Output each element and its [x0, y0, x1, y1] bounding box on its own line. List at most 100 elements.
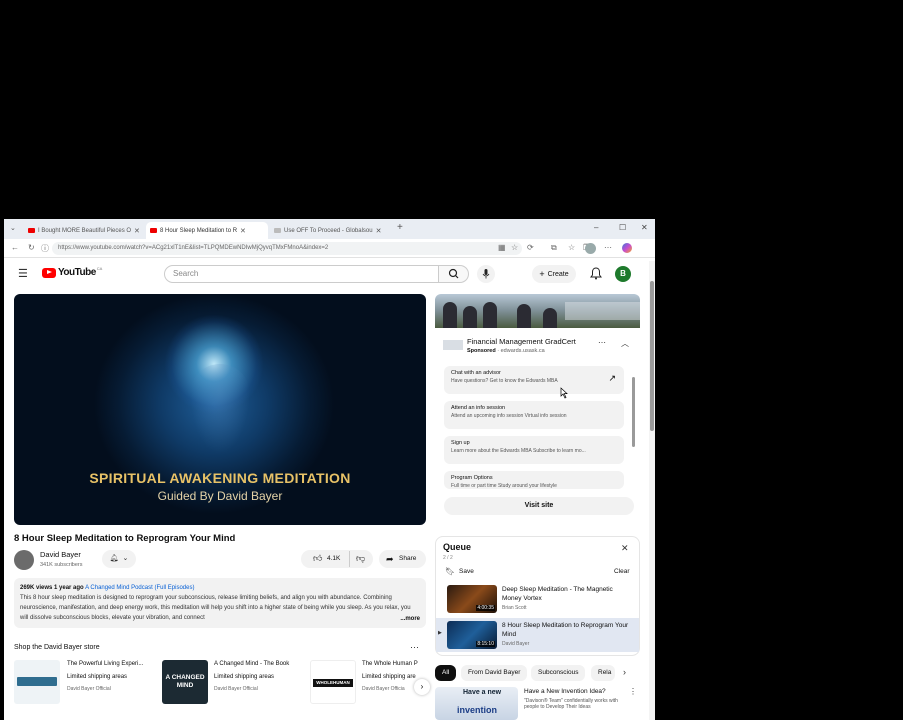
ad-option-sign-up[interactable]: Sign up Learn more about the Edwards MBA…	[444, 436, 624, 464]
search-input[interactable]: Search	[164, 265, 439, 283]
ad-option-program-options[interactable]: Program Options Full time or part time S…	[444, 471, 624, 489]
search-button[interactable]	[439, 265, 469, 283]
product-title-3[interactable]: The Whole Human P	[362, 661, 418, 667]
more-menu-icon[interactable]: ⋯	[604, 243, 612, 252]
ad-collapse-chevron-icon[interactable]: ︿	[621, 338, 629, 349]
browser-window: ⌄ I Bought MORE Beautiful Pieces O ✕ 8 H…	[4, 219, 655, 720]
hamburger-menu-icon[interactable]: ☰	[18, 267, 28, 280]
dislike-icon[interactable]: 👎︎	[356, 553, 365, 564]
show-more-link[interactable]: ...more	[400, 614, 420, 624]
queue-item-2-playing[interactable]: ▶ 8:15:10 8 Hour Sleep Meditation to Rep…	[436, 618, 639, 652]
shop-more-icon[interactable]: ⋯	[410, 642, 419, 653]
ad-banner-image[interactable]	[435, 294, 640, 328]
description-box[interactable]: 269K views 1 year ago A Changed Mind Pod…	[14, 578, 426, 628]
share-label: Share	[399, 555, 417, 562]
url-field[interactable]: https://www.youtube.com/watch?v=ACg21xlT…	[52, 242, 522, 255]
new-tab-icon[interactable]: +	[397, 222, 403, 233]
chips-next-chevron-icon[interactable]: ›	[623, 667, 626, 677]
favorites-icon[interactable]: ☆	[568, 243, 575, 252]
tab-list-chevron-icon[interactable]: ⌄	[10, 224, 16, 232]
favorite-star-icon[interactable]: ☆	[511, 243, 518, 252]
like-icon[interactable]: 👍︎	[313, 553, 322, 564]
profile-icon[interactable]	[585, 243, 596, 254]
product-image-2[interactable]: A CHANGED MIND	[162, 660, 208, 704]
subscription-bell-button[interactable]: 🔔︎ ⌄	[102, 550, 136, 568]
share-button[interactable]: ➦ Share	[379, 550, 426, 568]
refresh-page-icon[interactable]: ⟳	[527, 243, 534, 252]
tab-2-active[interactable]: 8 Hour Sleep Meditation to R ✕	[146, 222, 268, 239]
chip-related[interactable]: Rela	[591, 665, 615, 681]
product-title-1[interactable]: The Powerful Living Experi...	[67, 661, 143, 667]
view-count-date: 269K views 1 year ago	[20, 585, 84, 591]
chip-subconscious[interactable]: Subconscious	[531, 665, 586, 681]
ad-option-subtitle: Full time or part time Study around your…	[451, 483, 557, 489]
reader-icon[interactable]: ▦	[498, 243, 506, 252]
queue-title: Queue	[443, 542, 472, 552]
product-store-1[interactable]: David Bayer Official	[67, 686, 111, 692]
close-tab-icon[interactable]: ✕	[376, 227, 382, 235]
like-count[interactable]: 4.1K	[327, 555, 340, 562]
product-store-2[interactable]: David Bayer Official	[214, 686, 258, 692]
visit-site-button[interactable]: Visit site	[444, 497, 634, 515]
shop-next-chevron-icon[interactable]: ›	[414, 679, 430, 695]
extensions-icon[interactable]: ⧉	[551, 243, 557, 253]
queue-thumbnail-1: 4:00:35	[447, 585, 497, 613]
account-avatar[interactable]: B	[615, 266, 631, 282]
youtube-logo[interactable]: YouTube CA	[42, 266, 102, 278]
channel-name[interactable]: David Bayer	[40, 550, 81, 559]
ad-title[interactable]: Financial Management GradCert	[467, 337, 576, 346]
queue-clear-button[interactable]: Clear	[614, 568, 630, 575]
chip-from-david-bayer[interactable]: From David Bayer	[461, 665, 528, 681]
product-image-1[interactable]	[14, 660, 60, 704]
queue-item-1[interactable]: 4:00:35 Deep Sleep Meditation - The Magn…	[436, 582, 639, 616]
ad-sponsor-line: Sponsored · edwards.usask.ca	[467, 348, 545, 354]
save-bookmark-icon[interactable]: 🔖︎	[445, 567, 455, 576]
page-scrollbar[interactable]	[649, 261, 655, 720]
product-image-3[interactable]: WHOLEHUMAN	[310, 660, 356, 704]
ad-option-title: Chat with an advisor	[451, 370, 501, 376]
recommendation-title[interactable]: Have a New Invention Idea?	[524, 688, 606, 695]
chip-all[interactable]: All	[435, 665, 457, 681]
description-text: This 8 hour sleep meditation is designed…	[20, 595, 411, 621]
close-window-icon[interactable]: ✕	[641, 223, 648, 232]
ad-option-chat[interactable]: Chat with an advisor Have questions? Get…	[444, 366, 624, 394]
back-icon[interactable]: ←	[11, 243, 19, 252]
queue-save-button[interactable]: Save	[459, 568, 474, 575]
ad-option-info-session[interactable]: Attend an info session Attend an upcomin…	[444, 401, 624, 429]
recommendation-more-icon[interactable]: ⋮	[629, 687, 637, 696]
advertiser-logo[interactable]	[443, 340, 463, 350]
close-tab-icon[interactable]: ✕	[240, 227, 246, 235]
reload-icon[interactable]: ↻	[28, 243, 35, 252]
queue-item-title: 8 Hour Sleep Meditation to Reprogram You…	[502, 622, 629, 638]
chevron-down-icon: ⌄	[122, 555, 129, 562]
voice-search-button[interactable]	[477, 265, 495, 283]
close-tab-icon[interactable]: ✕	[134, 227, 140, 235]
scrollbar-thumb[interactable]	[650, 281, 654, 431]
product-store-3[interactable]: David Bayer Officia	[362, 686, 405, 692]
recommendation-thumbnail[interactable]: Have a new invention	[435, 687, 518, 720]
ad-more-icon[interactable]: ⋯	[598, 338, 606, 347]
close-queue-icon[interactable]: ✕	[621, 543, 629, 554]
queue-item-author: Brian Scott	[502, 605, 527, 611]
tab-3[interactable]: Use OFF To Proceed - Globalsou ✕	[270, 222, 392, 239]
notifications-bell-icon[interactable]	[590, 267, 602, 280]
podcast-link[interactable]: A Changed Mind Podcast (Full Episodes)	[85, 585, 194, 591]
product-shipping-1: Limited shipping areas	[67, 674, 128, 680]
site-info-icon[interactable]: ⓘ	[41, 243, 49, 254]
thumb-line-1: Have a new	[463, 689, 502, 696]
ad-option-title: Attend an info session	[451, 405, 506, 411]
ad-option-subtitle: Attend an upcoming info session Virtual …	[451, 413, 567, 419]
tab-1[interactable]: I Bought MORE Beautiful Pieces O ✕	[24, 222, 144, 239]
thumb-line-2: invention	[457, 705, 497, 715]
minimize-icon[interactable]: –	[594, 223, 598, 232]
create-button[interactable]: + Create	[532, 265, 576, 283]
product-title-2[interactable]: A Changed Mind - The Book	[214, 661, 289, 667]
maximize-icon[interactable]: ☐	[619, 223, 626, 232]
copilot-icon[interactable]	[622, 243, 632, 253]
video-overlay-title: SPIRITUAL AWAKENING MEDITATION	[89, 470, 351, 486]
create-label: Create	[547, 270, 569, 278]
tab-3-label: Use OFF To Proceed - Globalsou	[284, 227, 373, 234]
ad-options-scrollbar[interactable]	[632, 367, 636, 487]
video-player[interactable]: SPIRITUAL AWAKENING MEDITATION Guided By…	[14, 294, 426, 525]
channel-avatar[interactable]	[14, 550, 34, 570]
